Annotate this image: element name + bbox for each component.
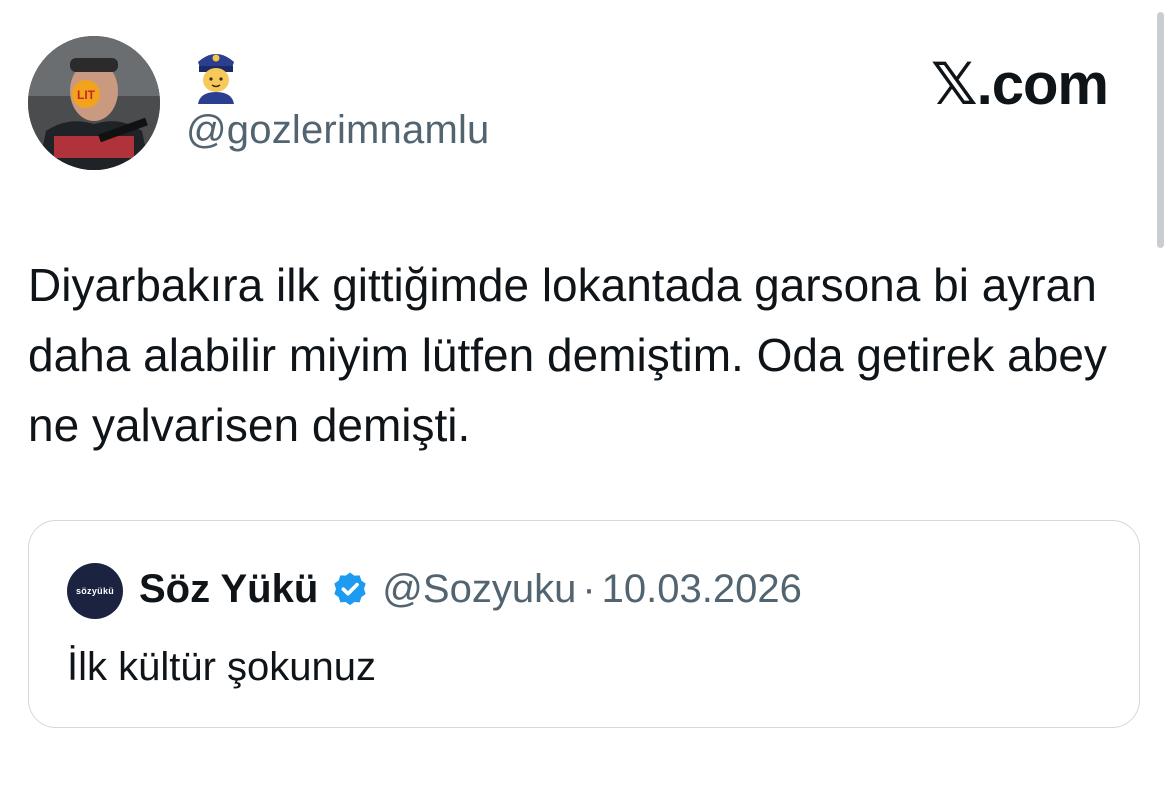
author-avatar[interactable]: LIT — [28, 36, 160, 170]
quoted-tweet-card[interactable]: sözyükü Söz Yükü @Sozyuku · 10.03.2026 İ… — [28, 520, 1140, 728]
quoted-author-avatar[interactable]: sözyükü — [67, 563, 123, 619]
scrollbar[interactable] — [1157, 12, 1164, 248]
quoted-tweet-header: Söz Yükü @Sozyuku · 10.03.2026 — [139, 567, 802, 612]
quoted-tweet-text: İlk kültür şokunuz — [67, 645, 377, 689]
avatar-badge-text: LIT — [77, 88, 96, 102]
quoted-author-name[interactable]: Söz Yükü — [139, 567, 318, 612]
police-officer-emoji-icon — [192, 44, 240, 104]
brand-watermark: 𝕏.com — [930, 52, 1109, 117]
avatar-photo: LIT — [28, 36, 160, 170]
author-handle[interactable]: @gozlerimnamlu — [186, 108, 490, 153]
quoted-tweet-date[interactable]: 10.03.2026 — [602, 567, 802, 612]
verified-badge-icon — [330, 570, 370, 610]
tweet-text: Diyarbakıra ilk gittiğimde lokantada gar… — [28, 259, 1107, 451]
quoted-author-handle[interactable]: @Sozyuku — [382, 567, 576, 612]
header-separator: · — [582, 567, 596, 611]
